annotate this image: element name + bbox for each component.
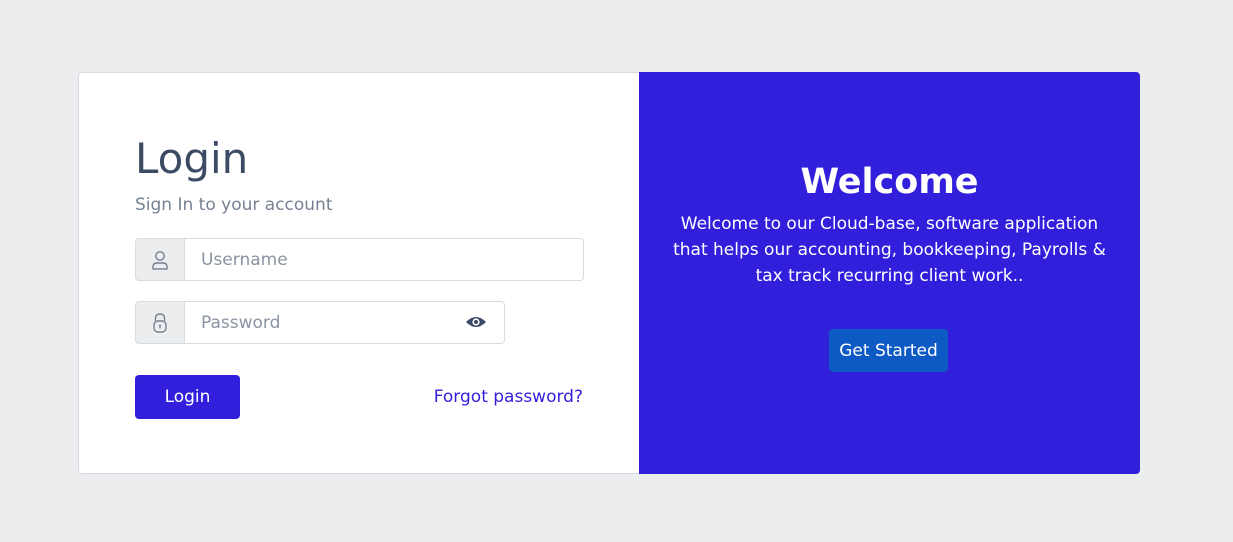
user-icon (152, 250, 168, 270)
welcome-text: Welcome to our Cloud-base, software appl… (673, 214, 1106, 286)
password-input[interactable] (185, 301, 505, 344)
username-input-group (135, 238, 584, 281)
forgot-password-link[interactable]: Forgot password? (434, 385, 583, 409)
login-button[interactable]: Login (135, 375, 240, 419)
login-subtitle: Sign In to your account (135, 195, 333, 215)
welcome-title: Welcome (800, 162, 979, 202)
get-started-button[interactable]: Get Started (829, 329, 948, 372)
card-group: Login Sign In to your account Username L… (78, 72, 1140, 474)
welcome-card: Welcome Welcome to our Cloud-base, softw… (639, 72, 1140, 474)
login-card: Login Sign In to your account Username L… (78, 72, 639, 474)
login-title: Login (135, 134, 249, 183)
eye-icon[interactable] (465, 313, 487, 331)
lock-icon (153, 312, 167, 333)
password-input-group (135, 301, 505, 344)
username-addon (135, 238, 185, 281)
username-input[interactable] (185, 238, 584, 281)
password-addon (135, 301, 185, 344)
